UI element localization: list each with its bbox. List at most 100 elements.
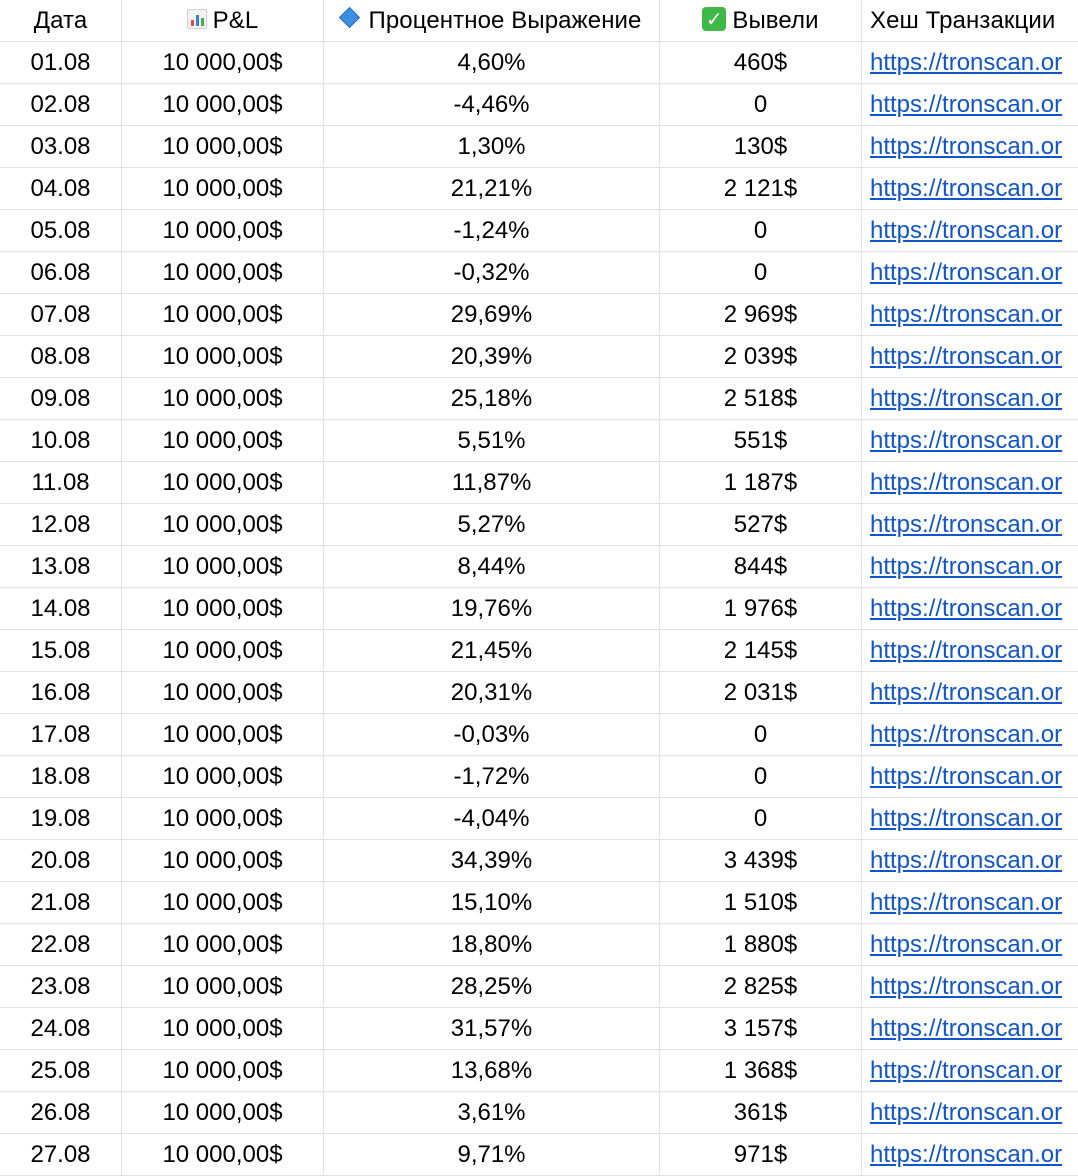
tx-hash-cell[interactable]: https://tronscan.or xyxy=(862,126,1078,168)
date-cell[interactable]: 10.08 xyxy=(0,420,122,462)
pnl-cell[interactable]: 10 000,00$ xyxy=(122,1092,324,1134)
tx-hash-cell[interactable]: https://tronscan.or xyxy=(862,966,1078,1008)
tx-hash-cell[interactable]: https://tronscan.or xyxy=(862,630,1078,672)
tx-hash-link[interactable]: https://tronscan.or xyxy=(870,343,1062,370)
tx-hash-cell[interactable]: https://tronscan.or xyxy=(862,1134,1078,1176)
withdrawn-cell[interactable]: 0 xyxy=(660,210,862,252)
withdrawn-cell[interactable]: 2 969$ xyxy=(660,294,862,336)
pnl-cell[interactable]: 10 000,00$ xyxy=(122,210,324,252)
percent-cell[interactable]: 15,10% xyxy=(324,882,660,924)
percent-cell[interactable]: 11,87% xyxy=(324,462,660,504)
pnl-cell[interactable]: 10 000,00$ xyxy=(122,756,324,798)
withdrawn-cell[interactable]: 2 031$ xyxy=(660,672,862,714)
pnl-cell[interactable]: 10 000,00$ xyxy=(122,714,324,756)
tx-hash-link[interactable]: https://tronscan.or xyxy=(870,49,1062,76)
percent-cell[interactable]: 20,39% xyxy=(324,336,660,378)
date-cell[interactable]: 04.08 xyxy=(0,168,122,210)
withdrawn-cell[interactable]: 2 825$ xyxy=(660,966,862,1008)
percent-cell[interactable]: -0,03% xyxy=(324,714,660,756)
date-cell[interactable]: 22.08 xyxy=(0,924,122,966)
pnl-cell[interactable]: 10 000,00$ xyxy=(122,168,324,210)
percent-cell[interactable]: 25,18% xyxy=(324,378,660,420)
date-cell[interactable]: 18.08 xyxy=(0,756,122,798)
tx-hash-cell[interactable]: https://tronscan.or xyxy=(862,546,1078,588)
withdrawn-cell[interactable]: 130$ xyxy=(660,126,862,168)
tx-hash-cell[interactable]: https://tronscan.or xyxy=(862,168,1078,210)
date-cell[interactable]: 19.08 xyxy=(0,798,122,840)
pnl-cell[interactable]: 10 000,00$ xyxy=(122,84,324,126)
percent-cell[interactable]: 5,51% xyxy=(324,420,660,462)
tx-hash-link[interactable]: https://tronscan.or xyxy=(870,1015,1062,1042)
tx-hash-cell[interactable]: https://tronscan.or xyxy=(862,252,1078,294)
date-cell[interactable]: 17.08 xyxy=(0,714,122,756)
withdrawn-cell[interactable]: 3 439$ xyxy=(660,840,862,882)
date-cell[interactable]: 20.08 xyxy=(0,840,122,882)
percent-cell[interactable]: 21,45% xyxy=(324,630,660,672)
withdrawn-cell[interactable]: 460$ xyxy=(660,42,862,84)
pnl-cell[interactable]: 10 000,00$ xyxy=(122,840,324,882)
tx-hash-link[interactable]: https://tronscan.or xyxy=(870,847,1062,874)
pnl-cell[interactable]: 10 000,00$ xyxy=(122,504,324,546)
tx-hash-cell[interactable]: https://tronscan.or xyxy=(862,756,1078,798)
tx-hash-cell[interactable]: https://tronscan.or xyxy=(862,1050,1078,1092)
percent-cell[interactable]: -1,72% xyxy=(324,756,660,798)
date-cell[interactable]: 16.08 xyxy=(0,672,122,714)
tx-hash-link[interactable]: https://tronscan.or xyxy=(870,1141,1062,1168)
tx-hash-link[interactable]: https://tronscan.or xyxy=(870,931,1062,958)
percent-cell[interactable]: 5,27% xyxy=(324,504,660,546)
date-cell[interactable]: 02.08 xyxy=(0,84,122,126)
pnl-cell[interactable]: 10 000,00$ xyxy=(122,798,324,840)
date-cell[interactable]: 01.08 xyxy=(0,42,122,84)
header-cell-tx-hash[interactable]: Хеш Транзакции xyxy=(862,0,1078,42)
percent-cell[interactable]: 31,57% xyxy=(324,1008,660,1050)
withdrawn-cell[interactable]: 2 039$ xyxy=(660,336,862,378)
tx-hash-cell[interactable]: https://tronscan.or xyxy=(862,420,1078,462)
tx-hash-link[interactable]: https://tronscan.or xyxy=(870,553,1062,580)
tx-hash-cell[interactable]: https://tronscan.or xyxy=(862,504,1078,546)
tx-hash-link[interactable]: https://tronscan.or xyxy=(870,805,1062,832)
header-cell-pnl[interactable]: P&L xyxy=(122,0,324,42)
percent-cell[interactable]: 1,30% xyxy=(324,126,660,168)
tx-hash-link[interactable]: https://tronscan.or xyxy=(870,889,1062,916)
tx-hash-link[interactable]: https://tronscan.or xyxy=(870,385,1062,412)
tx-hash-cell[interactable]: https://tronscan.or xyxy=(862,798,1078,840)
tx-hash-cell[interactable]: https://tronscan.or xyxy=(862,672,1078,714)
percent-cell[interactable]: 29,69% xyxy=(324,294,660,336)
percent-cell[interactable]: 3,61% xyxy=(324,1092,660,1134)
withdrawn-cell[interactable]: 2 121$ xyxy=(660,168,862,210)
date-cell[interactable]: 03.08 xyxy=(0,126,122,168)
pnl-cell[interactable]: 10 000,00$ xyxy=(122,630,324,672)
withdrawn-cell[interactable]: 1 368$ xyxy=(660,1050,862,1092)
tx-hash-cell[interactable]: https://tronscan.or xyxy=(862,1008,1078,1050)
percent-cell[interactable]: -4,46% xyxy=(324,84,660,126)
tx-hash-link[interactable]: https://tronscan.or xyxy=(870,511,1062,538)
date-cell[interactable]: 25.08 xyxy=(0,1050,122,1092)
percent-cell[interactable]: 13,68% xyxy=(324,1050,660,1092)
pnl-cell[interactable]: 10 000,00$ xyxy=(122,1008,324,1050)
pnl-cell[interactable]: 10 000,00$ xyxy=(122,126,324,168)
withdrawn-cell[interactable]: 2 518$ xyxy=(660,378,862,420)
date-cell[interactable]: 13.08 xyxy=(0,546,122,588)
date-cell[interactable]: 08.08 xyxy=(0,336,122,378)
percent-cell[interactable]: -1,24% xyxy=(324,210,660,252)
withdrawn-cell[interactable]: 0 xyxy=(660,252,862,294)
date-cell[interactable]: 21.08 xyxy=(0,882,122,924)
tx-hash-link[interactable]: https://tronscan.or xyxy=(870,259,1062,286)
tx-hash-link[interactable]: https://tronscan.or xyxy=(870,301,1062,328)
date-cell[interactable]: 27.08 xyxy=(0,1134,122,1176)
tx-hash-link[interactable]: https://tronscan.or xyxy=(870,175,1062,202)
date-cell[interactable]: 06.08 xyxy=(0,252,122,294)
percent-cell[interactable]: 4,60% xyxy=(324,42,660,84)
withdrawn-cell[interactable]: 3 157$ xyxy=(660,1008,862,1050)
withdrawn-cell[interactable]: 0 xyxy=(660,84,862,126)
tx-hash-link[interactable]: https://tronscan.or xyxy=(870,679,1062,706)
pnl-cell[interactable]: 10 000,00$ xyxy=(122,252,324,294)
date-cell[interactable]: 14.08 xyxy=(0,588,122,630)
tx-hash-link[interactable]: https://tronscan.or xyxy=(870,637,1062,664)
percent-cell[interactable]: 28,25% xyxy=(324,966,660,1008)
date-cell[interactable]: 24.08 xyxy=(0,1008,122,1050)
tx-hash-cell[interactable]: https://tronscan.or xyxy=(862,1092,1078,1134)
tx-hash-cell[interactable]: https://tronscan.or xyxy=(862,714,1078,756)
tx-hash-cell[interactable]: https://tronscan.or xyxy=(862,294,1078,336)
pnl-cell[interactable]: 10 000,00$ xyxy=(122,294,324,336)
